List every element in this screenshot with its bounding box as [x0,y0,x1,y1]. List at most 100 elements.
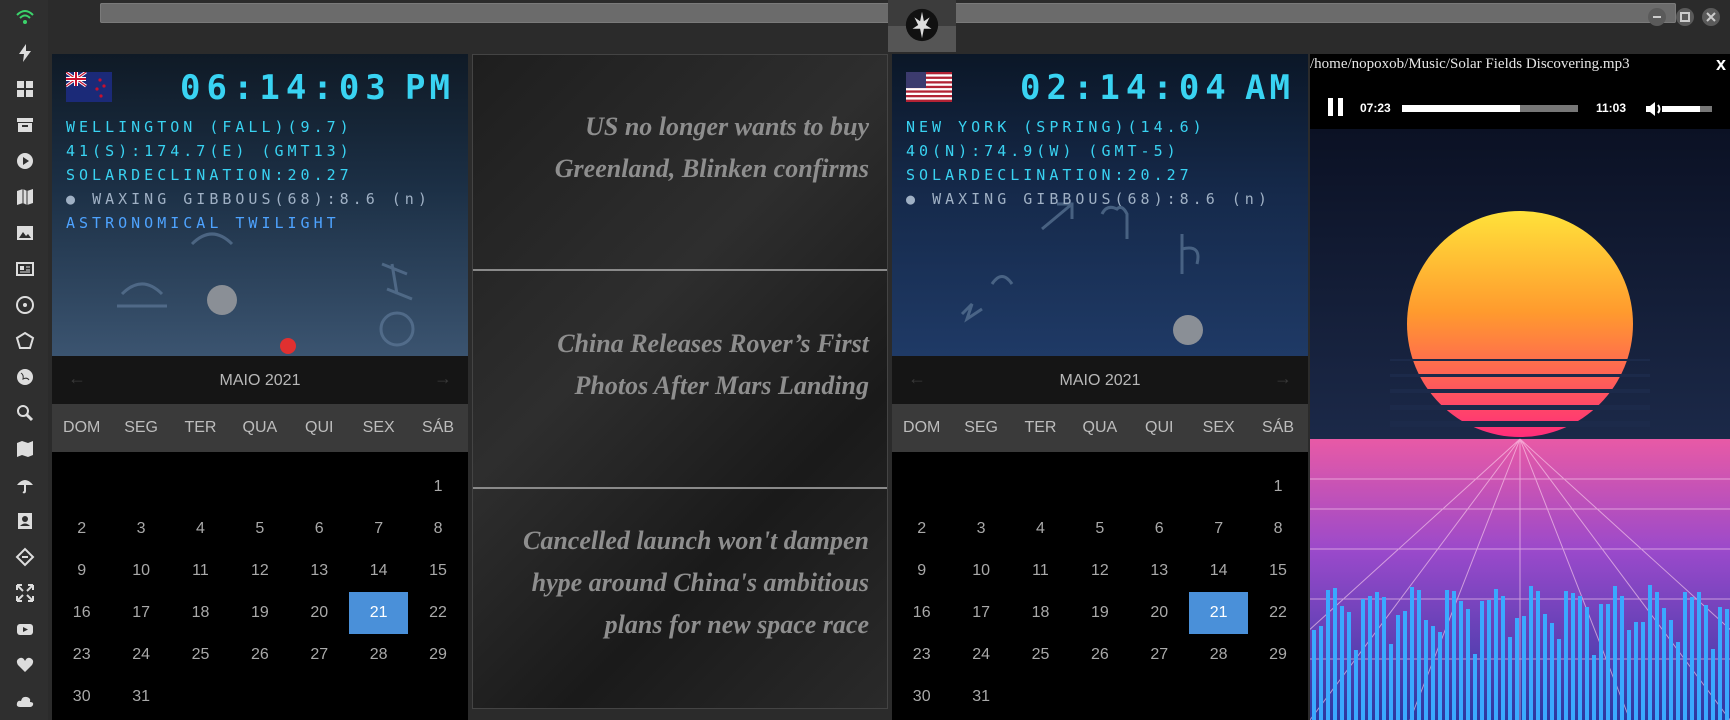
calendar-day[interactable]: 28 [349,634,408,676]
calendar-day[interactable]: 7 [349,508,408,550]
calendar-day[interactable]: 9 [52,550,111,592]
calendar-day[interactable]: 4 [1011,508,1070,550]
calendar-day[interactable]: 8 [1248,508,1307,550]
calendar-day[interactable]: 31 [951,676,1010,718]
polygon-icon[interactable] [14,330,36,352]
calendar-day[interactable]: 21 [348,592,409,634]
calendar-day[interactable]: 11 [171,550,230,592]
globe-icon[interactable] [14,366,36,388]
calendar-day[interactable]: 30 [892,676,951,718]
play-icon[interactable] [14,150,36,172]
expand-icon[interactable] [14,582,36,604]
calendar-day[interactable]: 16 [52,592,111,634]
volume-slider[interactable] [1662,106,1712,112]
calendar-day[interactable]: 16 [892,592,951,634]
calendar-day[interactable]: 13 [290,550,349,592]
calendar-day[interactable]: 13 [1130,550,1189,592]
minimize-button[interactable] [1648,8,1666,26]
calendar-day[interactable]: 10 [951,550,1010,592]
calendar-day[interactable]: 21 [1188,592,1249,634]
image-icon[interactable] [14,222,36,244]
volume-icon[interactable] [1644,99,1664,119]
calendar-day[interactable]: 1 [1248,466,1307,508]
clock-ampm: AM [1245,68,1294,108]
calendar-day[interactable]: 28 [1189,634,1248,676]
calendar-day[interactable]: 23 [52,634,111,676]
close-window-button[interactable] [1702,8,1720,26]
news-headline[interactable]: US no longer wants to buy Greenland, Bli… [479,106,869,190]
calendar-day[interactable]: 24 [951,634,1010,676]
calendar-day[interactable]: 22 [1248,592,1307,634]
next-month-button[interactable]: → [1274,368,1292,389]
umbrella-icon[interactable] [14,474,36,496]
calendar-day[interactable]: 1 [408,466,467,508]
calendar-day[interactable]: 9 [892,550,951,592]
calendar-day[interactable]: 30 [52,676,111,718]
calendar-day[interactable]: 15 [408,550,467,592]
news-item[interactable]: China Releases Rover’s First Photos Afte… [473,273,887,489]
contact-icon[interactable] [14,510,36,532]
calendar-day[interactable]: 18 [171,592,230,634]
heart-icon[interactable] [14,654,36,676]
pause-button[interactable] [1328,98,1344,118]
search-icon[interactable] [14,402,36,424]
calendar-day[interactable]: 25 [1011,634,1070,676]
news-icon[interactable] [14,258,36,280]
maximize-button[interactable] [1676,8,1694,26]
wifi-icon[interactable] [14,6,36,28]
calendar-day[interactable]: 3 [111,508,170,550]
calendar-day[interactable]: 19 [230,592,289,634]
next-month-button[interactable]: → [434,368,452,389]
calendar-day[interactable]: 15 [1248,550,1307,592]
calendar-day[interactable]: 23 [892,634,951,676]
calendar-day[interactable]: 29 [1248,634,1307,676]
news-headline[interactable]: China Releases Rover’s First Photos Afte… [479,323,869,407]
calendar-day[interactable]: 25 [171,634,230,676]
calendar-day[interactable]: 14 [1189,550,1248,592]
calendar-day[interactable]: 5 [230,508,289,550]
calendar-day[interactable]: 4 [171,508,230,550]
news-headline[interactable]: Cancelled launch won't dampen hype aroun… [479,520,869,646]
calendar-day[interactable]: 6 [290,508,349,550]
calendar-day[interactable]: 20 [290,592,349,634]
youtube-icon[interactable] [14,618,36,640]
archive-icon[interactable] [14,114,36,136]
calendar-day[interactable]: 27 [1130,634,1189,676]
calendar-day[interactable]: 7 [1189,508,1248,550]
calendar-day[interactable]: 31 [111,676,170,718]
calendar-day[interactable]: 2 [892,508,951,550]
calendar-day[interactable]: 26 [1070,634,1129,676]
calendar-day[interactable]: 5 [1070,508,1129,550]
calendar-day[interactable]: 14 [349,550,408,592]
windows-icon[interactable] [14,78,36,100]
calendar-day[interactable]: 3 [951,508,1010,550]
tag-icon[interactable] [14,546,36,568]
news-item[interactable]: US no longer wants to buy Greenland, Bli… [473,55,887,271]
calendar-day[interactable]: 29 [408,634,467,676]
calendar-day[interactable]: 10 [111,550,170,592]
calendar-day[interactable]: 6 [1130,508,1189,550]
calendar-day[interactable]: 26 [230,634,289,676]
map-icon[interactable] [14,438,36,460]
map-book-icon[interactable] [14,186,36,208]
player-close-button[interactable]: x [1716,54,1726,75]
calendar-day[interactable]: 22 [408,592,467,634]
calendar-day[interactable]: 11 [1011,550,1070,592]
news-item[interactable]: Cancelled launch won't dampen hype aroun… [473,491,887,708]
radiation-icon[interactable] [14,294,36,316]
calendar-day[interactable]: 18 [1011,592,1070,634]
calendar-day[interactable]: 17 [951,592,1010,634]
calendar-day[interactable]: 24 [111,634,170,676]
calendar-day[interactable]: 2 [52,508,111,550]
progress-bar[interactable] [1402,105,1578,112]
calendar-day[interactable]: 8 [408,508,467,550]
lightning-icon[interactable] [14,42,36,64]
app-logo-tab[interactable] [888,0,956,52]
calendar-day[interactable]: 20 [1130,592,1189,634]
calendar-day[interactable]: 19 [1070,592,1129,634]
calendar-day[interactable]: 27 [290,634,349,676]
calendar-day[interactable]: 17 [111,592,170,634]
calendar-day[interactable]: 12 [230,550,289,592]
calendar-day[interactable]: 12 [1070,550,1129,592]
cloud-icon[interactable] [14,690,36,712]
